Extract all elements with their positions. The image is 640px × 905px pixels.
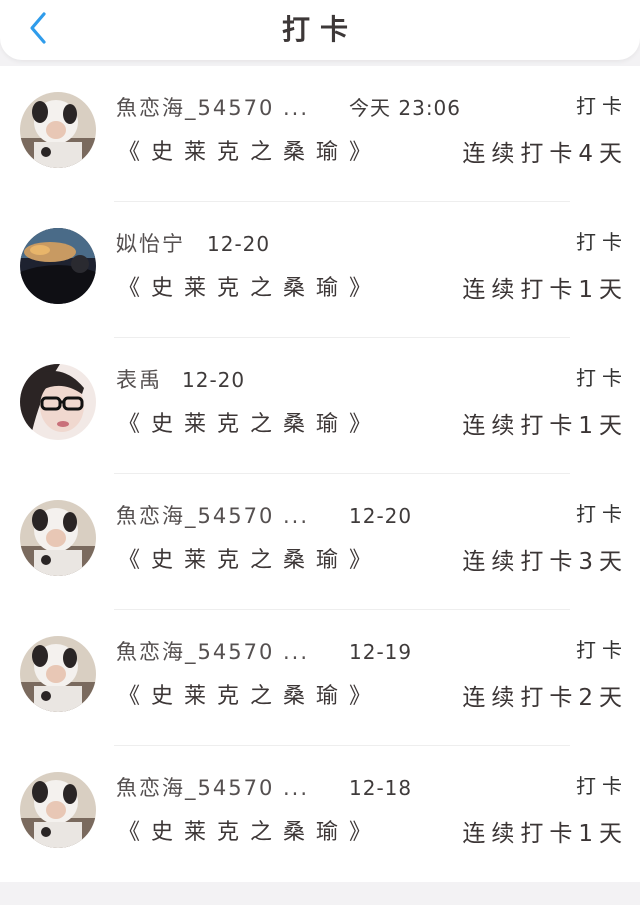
streak-label: 连续打卡4天 xyxy=(462,141,628,167)
checkin-tag[interactable]: 打卡 xyxy=(576,634,628,663)
record-meta: 魚恋海_54570 ... 12-20 xyxy=(116,500,412,530)
checkin-list: 魚恋海_54570 ... 今天 23:06 打卡 《史莱克之桑瑜》 连续打卡4… xyxy=(0,66,640,882)
list-item: 魚恋海_54570 ... 12-18 打卡 《史莱克之桑瑜》 连续打卡1天 xyxy=(0,746,640,882)
avatar[interactable] xyxy=(20,500,96,576)
book-title[interactable]: 《史莱克之桑瑜》 xyxy=(118,542,382,574)
list-item: 魚恋海_54570 ... 今天 23:06 打卡 《史莱克之桑瑜》 连续打卡4… xyxy=(0,66,640,202)
avatar[interactable] xyxy=(20,364,96,440)
user-name[interactable]: 魚恋海_54570 ... xyxy=(116,92,309,122)
checkin-tag[interactable]: 打卡 xyxy=(576,90,628,119)
book-title[interactable]: 《史莱克之桑瑜》 xyxy=(118,814,382,846)
record-time: 12-20 xyxy=(349,504,413,528)
record-meta: 表禹 12-20 xyxy=(116,364,245,394)
record-time: 12-19 xyxy=(349,640,413,664)
user-name[interactable]: 魚恋海_54570 ... xyxy=(116,636,309,666)
header-bar: 打卡 xyxy=(0,0,640,60)
streak-label: 连续打卡1天 xyxy=(462,277,628,303)
record-meta: 魚恋海_54570 ... 12-19 xyxy=(116,636,412,666)
avatar[interactable] xyxy=(20,228,96,304)
streak-label: 连续打卡1天 xyxy=(462,821,628,847)
streak-label: 连续打卡1天 xyxy=(462,413,628,439)
checkin-tag[interactable]: 打卡 xyxy=(576,498,628,527)
book-title[interactable]: 《史莱克之桑瑜》 xyxy=(118,678,382,710)
streak-label: 连续打卡3天 xyxy=(462,549,628,575)
list-item: 姒怡宁 12-20 打卡 《史莱克之桑瑜》 连续打卡1天 xyxy=(0,202,640,338)
record-meta: 魚恋海_54570 ... 今天 23:06 xyxy=(116,92,461,122)
list-item: 魚恋海_54570 ... 12-19 打卡 《史莱克之桑瑜》 连续打卡2天 xyxy=(0,610,640,746)
checkin-tag[interactable]: 打卡 xyxy=(576,362,628,391)
avatar[interactable] xyxy=(20,636,96,712)
record-time: 12-20 xyxy=(182,368,246,392)
record-time: 今天 23:06 xyxy=(349,96,462,120)
avatar[interactable] xyxy=(20,92,96,168)
user-name[interactable]: 魚恋海_54570 ... xyxy=(116,772,309,802)
record-time: 12-20 xyxy=(207,232,271,256)
list-item: 表禹 12-20 打卡 《史莱克之桑瑜》 连续打卡1天 xyxy=(0,338,640,474)
record-time: 12-18 xyxy=(349,776,413,800)
page-title: 打卡 xyxy=(281,13,358,46)
user-name[interactable]: 姒怡宁 xyxy=(116,228,185,258)
checkin-tag[interactable]: 打卡 xyxy=(576,226,628,255)
streak-label: 连续打卡2天 xyxy=(462,685,628,711)
user-name[interactable]: 魚恋海_54570 ... xyxy=(116,500,309,530)
checkin-tag[interactable]: 打卡 xyxy=(576,770,628,799)
record-meta: 魚恋海_54570 ... 12-18 xyxy=(116,772,412,802)
user-name[interactable]: 表禹 xyxy=(116,364,162,394)
book-title[interactable]: 《史莱克之桑瑜》 xyxy=(118,270,382,302)
list-item: 魚恋海_54570 ... 12-20 打卡 《史莱克之桑瑜》 连续打卡3天 xyxy=(0,474,640,610)
book-title[interactable]: 《史莱克之桑瑜》 xyxy=(118,406,382,438)
record-meta: 姒怡宁 12-20 xyxy=(116,228,270,258)
book-title[interactable]: 《史莱克之桑瑜》 xyxy=(118,134,382,166)
avatar[interactable] xyxy=(20,772,96,848)
